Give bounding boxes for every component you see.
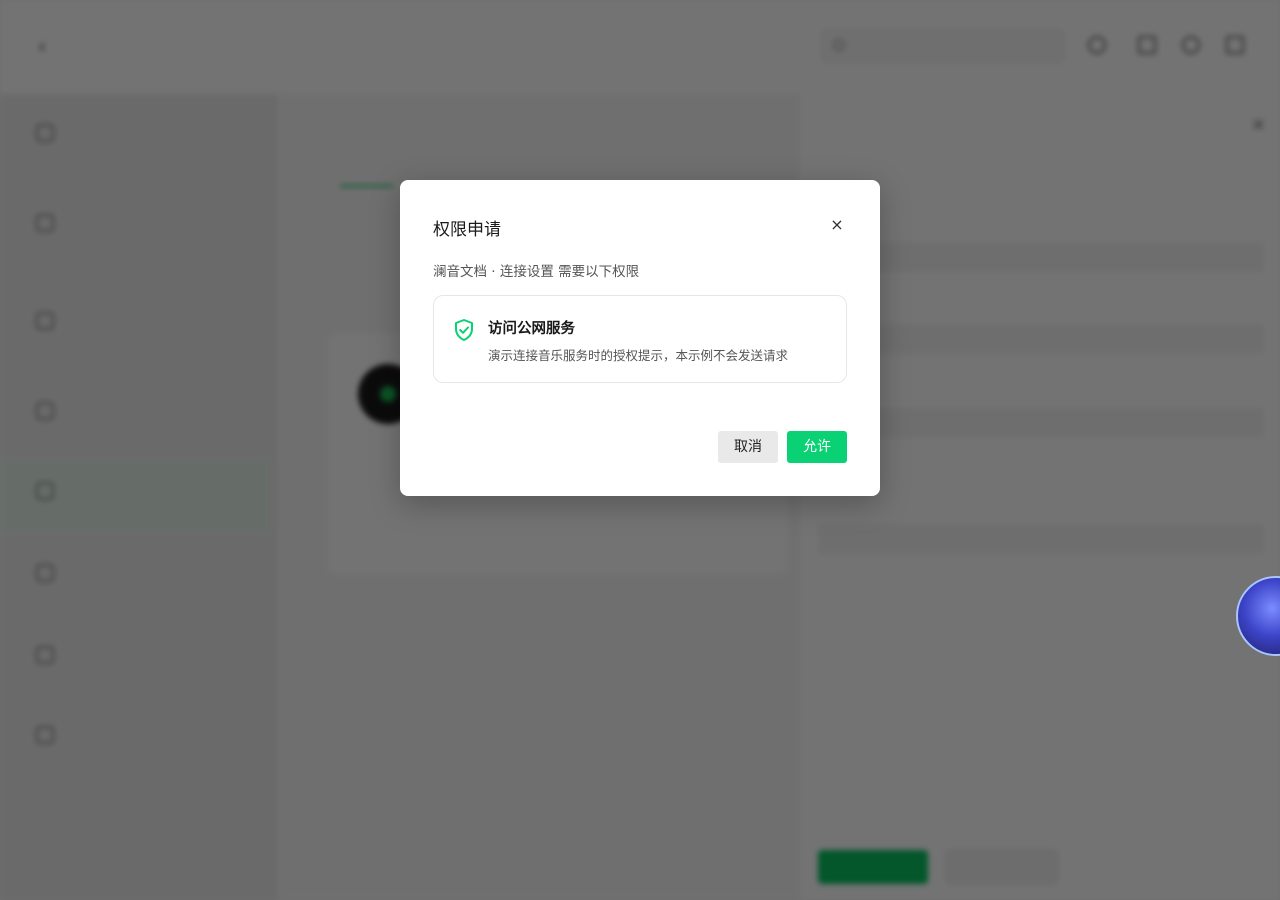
shield-check-icon <box>455 319 473 341</box>
dialog-subtitle: 澜音文档 · 连接设置 需要以下权限 <box>433 264 640 280</box>
permission-description: 演示连接音乐服务时的授权提示，本示例不会发送请求 <box>488 348 789 363</box>
allow-button[interactable]: 允许 <box>787 431 847 463</box>
permission-item: 访问公网服务 演示连接音乐服务时的授权提示，本示例不会发送请求 <box>433 295 847 383</box>
close-icon[interactable]: × <box>826 214 848 236</box>
permission-dialog: 权限申请 × 澜音文档 · 连接设置 需要以下权限 访问公网服务 演示连接音乐服… <box>400 180 880 496</box>
permission-title: 访问公网服务 <box>488 321 575 337</box>
cancel-button[interactable]: 取消 <box>718 431 778 463</box>
dialog-title: 权限申请 <box>433 220 501 240</box>
